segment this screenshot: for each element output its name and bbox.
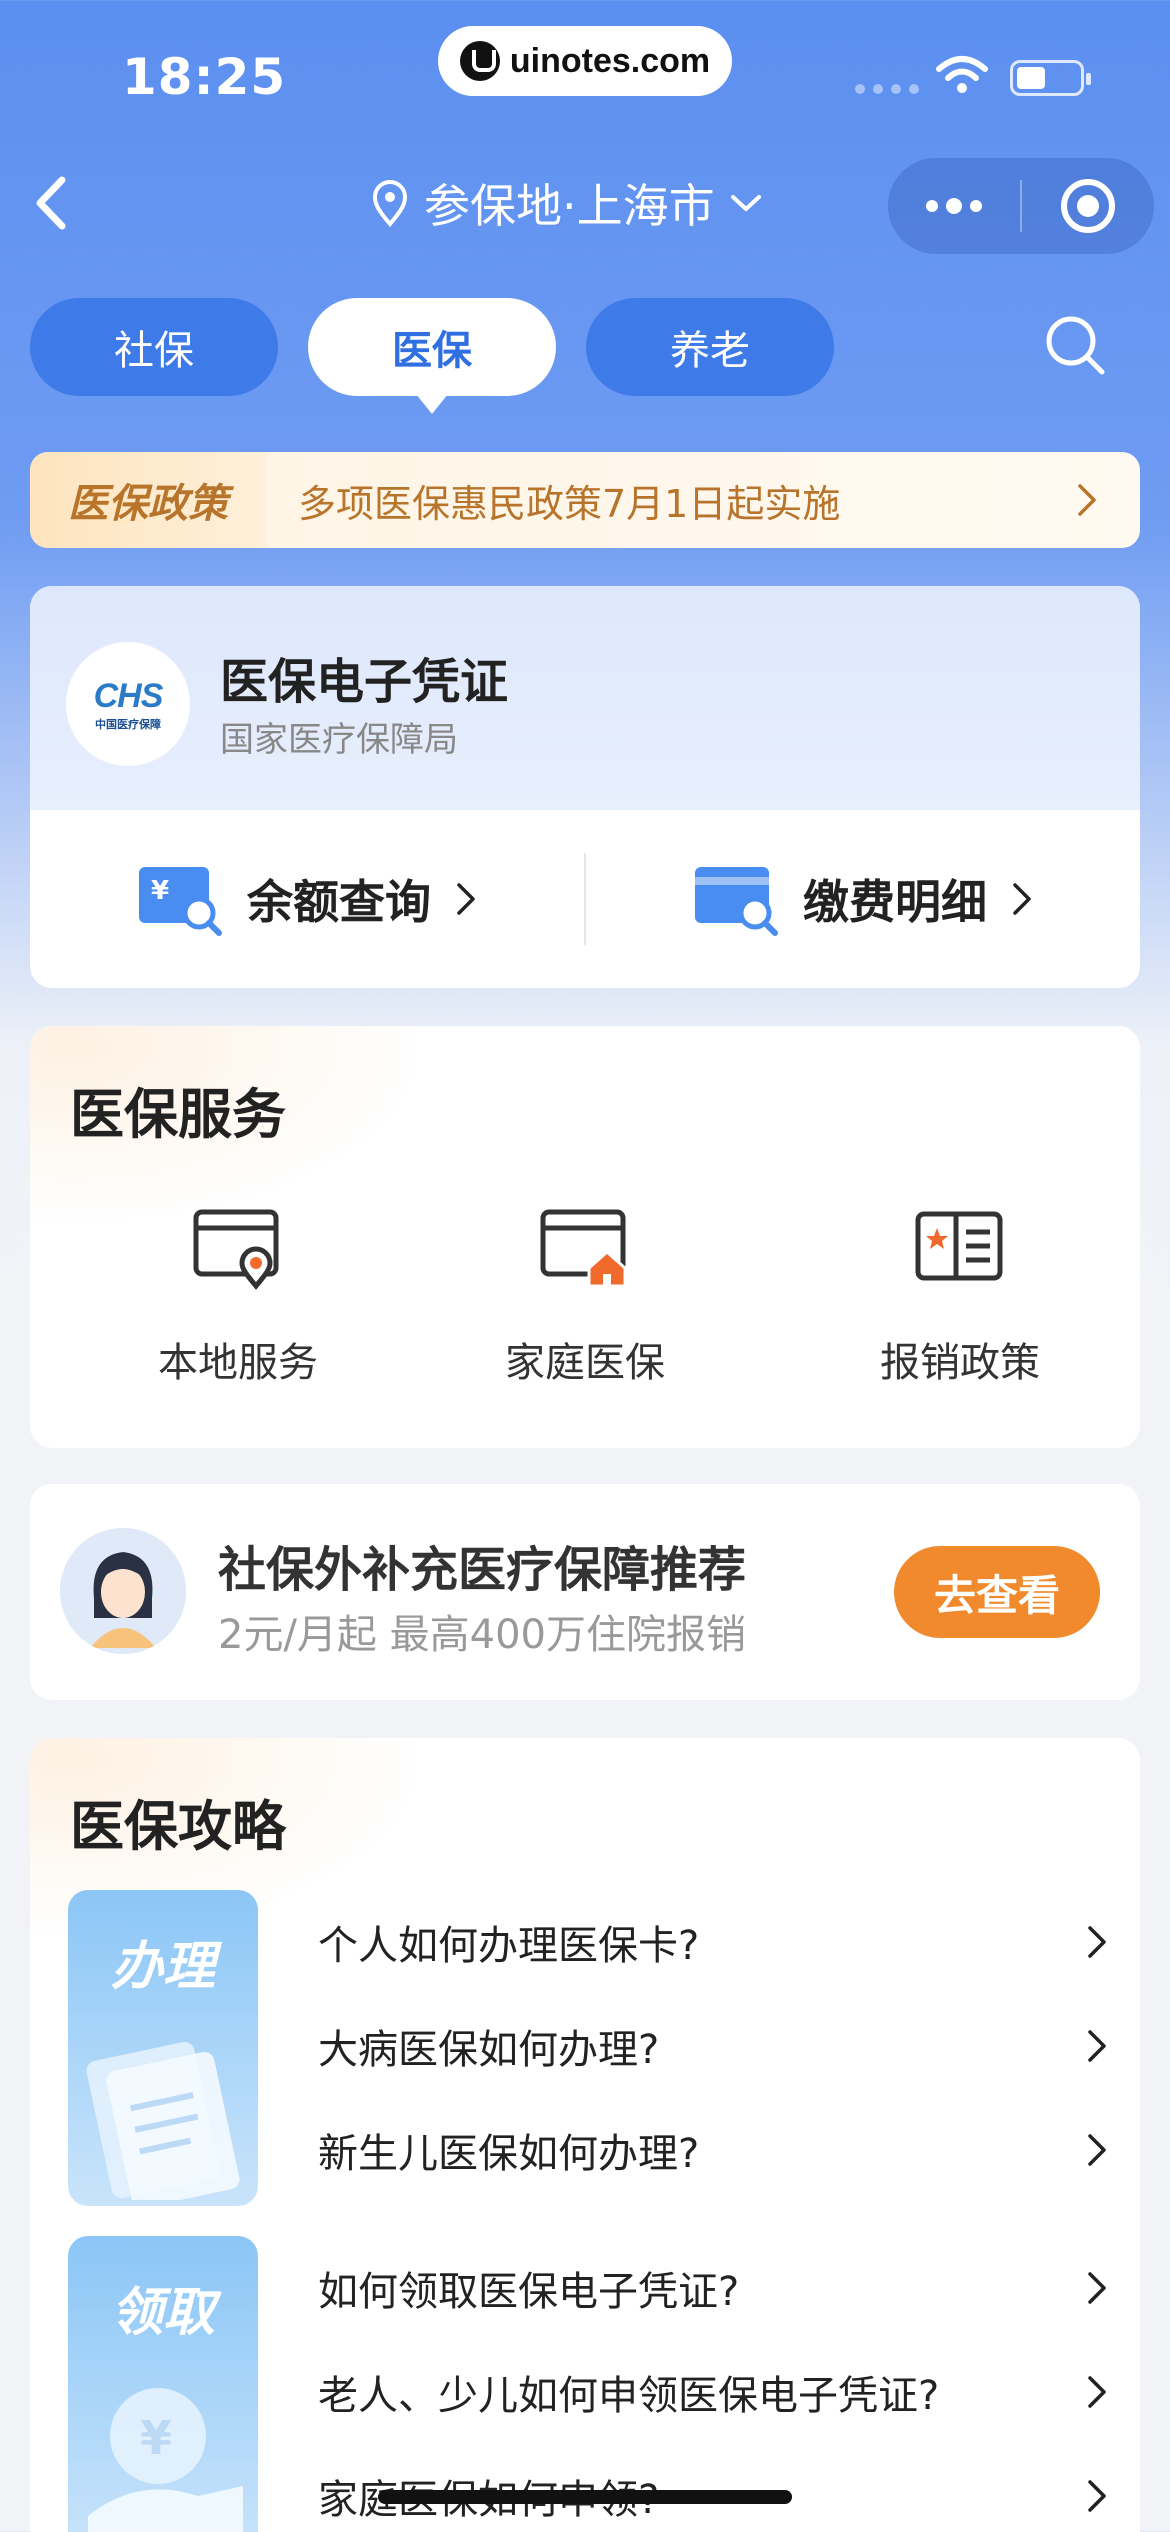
record-icon <box>1061 179 1115 233</box>
voucher-header[interactable]: CHS 中国医疗保障 医保电子凭证 国家医疗保障局 <box>30 586 1140 810</box>
guide-side-apply: 办理 <box>68 1890 258 2206</box>
chevron-right-icon <box>457 883 475 915</box>
cellular-signal-icon <box>855 84 919 94</box>
search-icon[interactable] <box>1040 310 1110 380</box>
guide-question-text: 新生儿医保如何办理? <box>318 2131 700 2177</box>
guide-question[interactable]: 大病医保如何办理? <box>318 1994 1108 2098</box>
guide-group-apply: 办理 个人如何办理医保卡? 大病医保如何办理? 新生儿医保如何办理? <box>68 1890 1108 2206</box>
guide-question[interactable]: 如何领取医保电子凭证? <box>318 2236 1108 2340</box>
uinotes-logo-icon <box>459 41 500 81</box>
payment-detail-icon <box>695 867 778 936</box>
notice-text: 多项医保惠民政策7月1日起实施 <box>298 481 841 526</box>
chevron-right-icon <box>1013 883 1031 915</box>
wifi-icon <box>936 56 988 93</box>
chevron-right-icon <box>1088 2134 1106 2166</box>
chs-logo-caption: 中国医疗保障 <box>95 717 161 731</box>
record-button[interactable] <box>1022 158 1154 254</box>
chs-logo: CHS 中国医疗保障 <box>66 642 190 766</box>
guide-side-label: 领取 <box>110 2283 215 2343</box>
service-local-label: 本地服务 <box>158 1340 318 1386</box>
tab-bar: 社保 医保 养老 <box>30 298 834 414</box>
payment-detail-button[interactable]: 缴费明细 <box>586 861 1140 937</box>
location-label: 参保地·上海市 <box>424 179 715 233</box>
service-reimbursement-label: 报销政策 <box>880 1340 1040 1386</box>
chevron-right-icon <box>1088 2030 1106 2062</box>
chevron-right-icon <box>1088 2480 1106 2512</box>
status-time: 18:25 <box>122 48 287 106</box>
voucher-subtitle: 国家医疗保障局 <box>220 720 458 760</box>
chevron-down-icon <box>730 195 761 211</box>
guide-side-label: 办理 <box>110 1937 215 1997</box>
services-title: 医保服务 <box>70 1083 286 1146</box>
service-reimbursement[interactable]: 报销政策 <box>810 1206 1110 1388</box>
medical-services-card: 医保服务 本地服务 家庭医保 报销政策 <box>30 1026 1140 1448</box>
tab-medical-insurance[interactable]: 医保 <box>308 298 556 414</box>
e-voucher-card: CHS 中国医疗保障 医保电子凭证 国家医疗保障局 ¥ 余额查询 缴费明细 <box>30 586 1140 988</box>
service-family-label: 家庭医保 <box>505 1340 665 1386</box>
guide-question-text: 如何领取医保电子凭证? <box>318 2269 740 2315</box>
svg-text:¥: ¥ <box>140 2411 172 2465</box>
voucher-title: 医保电子凭证 <box>220 654 509 710</box>
chevron-right-icon <box>1088 2376 1106 2408</box>
service-local[interactable]: 本地服务 <box>88 1206 388 1388</box>
guide-side-claim: 领取 ¥ <box>68 2236 258 2532</box>
policy-notice-banner[interactable]: 医保政策 多项医保惠民政策7月1日起实施 <box>30 452 1140 548</box>
svg-text:¥: ¥ <box>151 876 169 906</box>
guide-group-claim: 领取 ¥ 如何领取医保电子凭证? 老人、少儿如何申领医保电子凭证? 家庭医保如何… <box>68 2236 1108 2532</box>
guide-question[interactable]: 家庭医保如何申领? <box>318 2444 1108 2532</box>
avatar <box>60 1528 186 1654</box>
coin-hand-illustration-icon: ¥ <box>88 2388 243 2532</box>
location-pin-icon <box>372 180 408 228</box>
promo-subtitle: 2元/月起 最高400万住院报销 <box>218 1612 746 1658</box>
balance-search-icon: ¥ <box>139 867 222 936</box>
family-insurance-icon <box>540 1209 627 1288</box>
service-family[interactable]: 家庭医保 <box>435 1206 735 1388</box>
guide-question-text: 老人、少儿如何申领医保电子凭证? <box>318 2373 940 2419</box>
guide-question[interactable]: 个人如何办理医保卡? <box>318 1890 1108 1994</box>
url-text: uinotes.com <box>509 41 711 80</box>
more-dots-icon[interactable] <box>888 158 1020 254</box>
balance-query-button[interactable]: ¥ 余额查询 <box>30 861 584 937</box>
chevron-right-icon <box>1088 1926 1106 1958</box>
supplementary-insurance-promo[interactable]: 社保外补充医疗保障推荐 2元/月起 最高400万住院报销 去查看 <box>30 1484 1140 1700</box>
guide-question-text: 个人如何办理医保卡? <box>318 1923 700 1969</box>
location-selector[interactable]: 参保地·上海市 <box>370 170 763 236</box>
payment-detail-label: 缴费明细 <box>803 875 987 929</box>
chevron-right-icon <box>1078 484 1096 516</box>
chevron-right-icon <box>1088 2272 1106 2304</box>
guide-question[interactable]: 老人、少儿如何申领医保电子凭证? <box>318 2340 1108 2444</box>
guide-question[interactable]: 新生儿医保如何办理? <box>318 2098 1108 2202</box>
balance-query-label: 余额查询 <box>247 875 431 929</box>
insurance-guide-card: 医保攻略 办理 个人如何办理医保卡? 大病医保如何办理? 新生儿医保如何办理? … <box>30 1738 1140 2532</box>
tab-pension[interactable]: 养老 <box>586 298 834 396</box>
guide-title: 医保攻略 <box>70 1795 286 1858</box>
document-illustration-icon <box>86 2041 240 2200</box>
reimbursement-policy-icon <box>915 1211 1003 1281</box>
miniprogram-capsule <box>888 158 1154 254</box>
status-bar: 18:25 uinotes.com <box>0 0 1170 150</box>
chs-logo-text: CHS <box>93 676 164 715</box>
battery-icon <box>1010 60 1091 96</box>
tab-social-insurance[interactable]: 社保 <box>30 298 278 396</box>
url-pill: uinotes.com <box>438 26 732 96</box>
voucher-actions: ¥ 余额查询 缴费明细 <box>30 810 1140 988</box>
notice-tag: 医保政策 <box>30 452 266 548</box>
back-button[interactable] <box>22 168 82 238</box>
guide-question-text: 大病医保如何办理? <box>318 2027 660 2073</box>
home-indicator[interactable] <box>378 2490 792 2504</box>
view-promo-button[interactable]: 去查看 <box>894 1546 1100 1638</box>
promo-title: 社保外补充医疗保障推荐 <box>218 1542 747 1598</box>
local-service-icon <box>193 1209 279 1290</box>
